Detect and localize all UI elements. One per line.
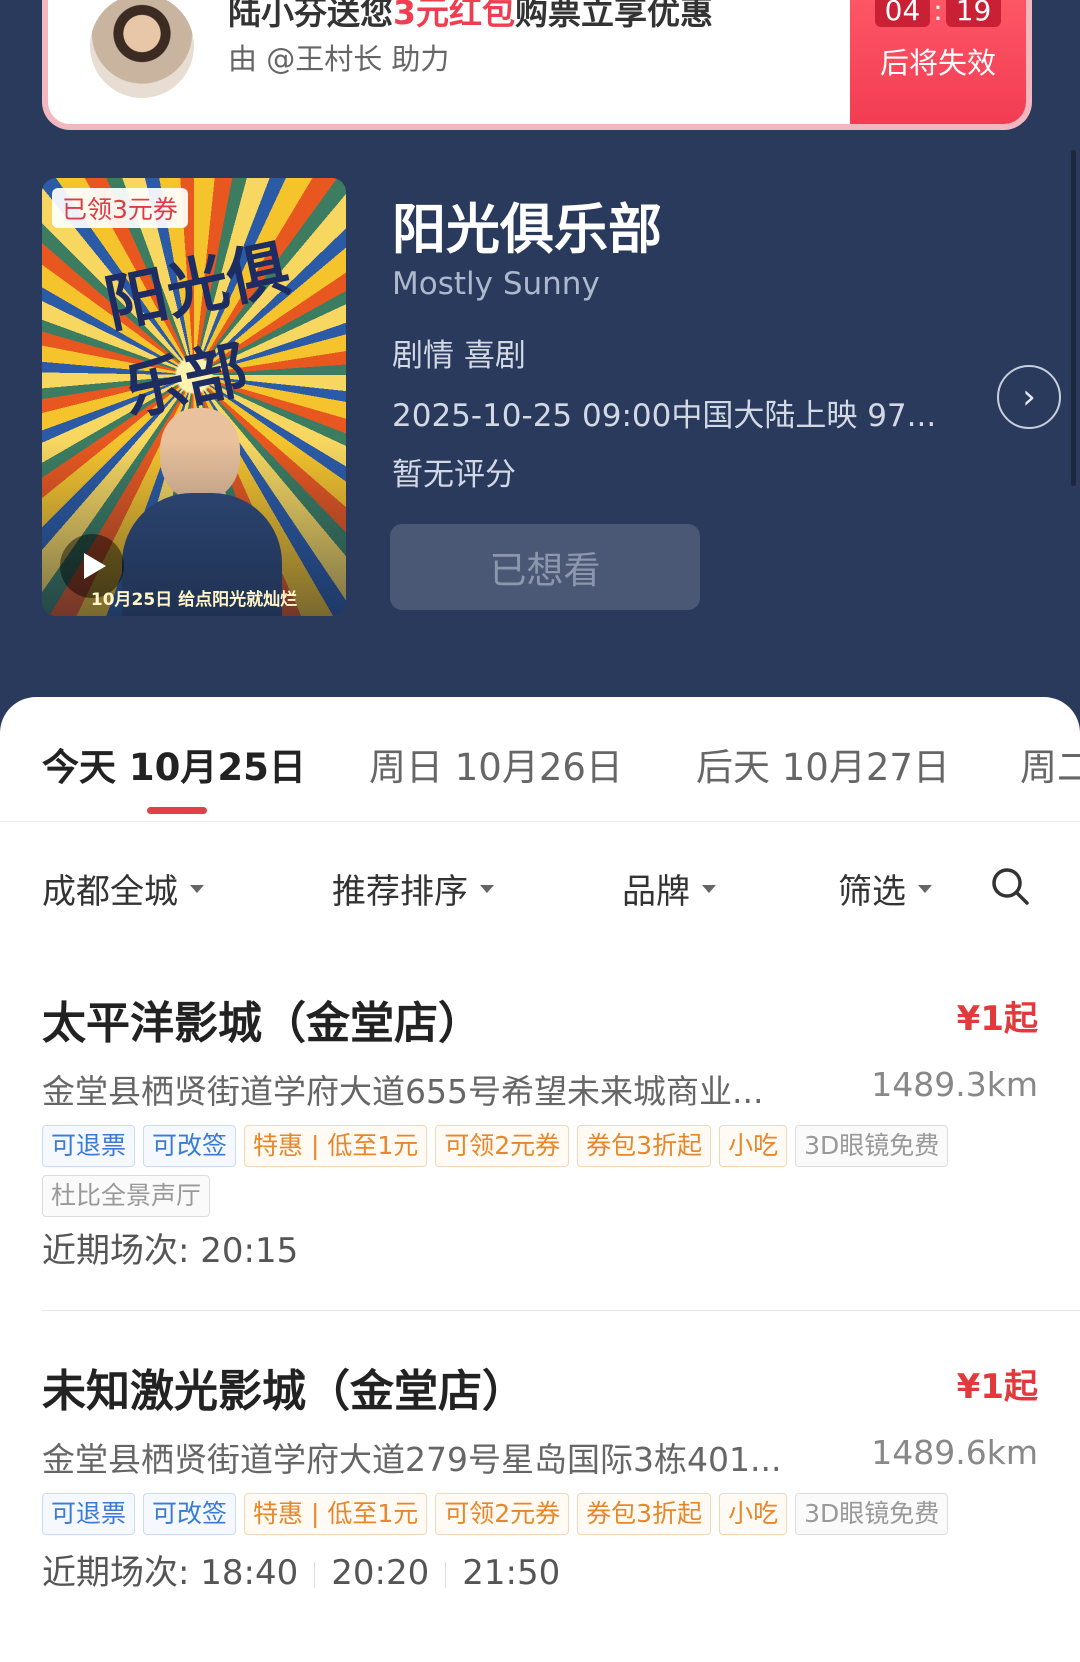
filter-city-label: 成都全城 — [42, 872, 178, 912]
showtime: 20:15 — [200, 1231, 299, 1271]
filter-city[interactable]: 成都全城 — [42, 864, 204, 913]
scrollbar[interactable] — [1071, 150, 1076, 486]
caret-down-icon — [190, 884, 204, 893]
countdown-digits: 04:19 — [850, 0, 1026, 27]
showtimes-label: 近期场次: — [42, 1553, 201, 1593]
cinema-name: 未知激光影城（金堂店） — [42, 1366, 526, 1417]
date-tab-sunday[interactable]: 周日 10月26日 — [369, 737, 623, 791]
tag-coupon: 可领2元券 — [435, 1493, 570, 1535]
showtime[interactable]: 20:20 — [331, 1553, 429, 1593]
cinema-price: ¥1起 — [956, 999, 1038, 1039]
movie-title: 阳光俱乐部 — [392, 198, 662, 261]
filter-sort[interactable]: 推荐排序 — [332, 864, 494, 913]
banner-title: 陆小芬送您3元红包购票立享优惠 — [228, 0, 713, 34]
cinema-distance: 1489.6km — [871, 1433, 1038, 1472]
movie-title-en: Mostly Sunny — [392, 266, 600, 302]
showtimes-label: 近期场次: — [42, 1231, 201, 1271]
helper-avatar — [90, 0, 194, 98]
poster-calligraphy: 阳光俱乐部 — [98, 231, 296, 430]
search-icon[interactable] — [990, 866, 1030, 906]
tag-snacks: 小吃 — [719, 1125, 788, 1167]
coupon-claimed-badge: 已领3元券 — [52, 188, 188, 228]
caret-down-icon — [918, 884, 932, 893]
tag-refundable: 可退票 — [42, 1125, 136, 1167]
tag-3d-glasses: 3D眼镜免费 — [795, 1493, 949, 1535]
filter-bar: 成都全城 推荐排序 品牌 筛选 — [0, 852, 1080, 924]
cinema-list-sheet: 今天 10月25日 周日 10月26日 后天 10月27日 周二 成都全城 推荐… — [0, 697, 1080, 1662]
countdown-minutes: 04 — [874, 0, 931, 27]
showtime[interactable]: 21:50 — [462, 1553, 560, 1593]
cinema-name: 太平洋影城（金堂店） — [42, 998, 482, 1049]
tag-snacks: 小吃 — [719, 1493, 788, 1535]
cinema-tags: 可退票 可改签 特惠 | 低至1元 可领2元券 券包3折起 小吃 3D眼镜免费 — [42, 1493, 1012, 1543]
chevron-right-icon[interactable]: › — [997, 365, 1061, 429]
tag-reschedulable: 可改签 — [143, 1493, 237, 1535]
cinema-item[interactable]: 未知激光影城（金堂店） ¥1起 金堂县栖贤街道学府大道279号星岛国际3栋401… — [42, 1355, 1080, 1662]
tag-special-offer: 特惠 | 低至1元 — [244, 1493, 428, 1535]
caret-down-icon — [480, 884, 494, 893]
banner-title-highlight: 3元红包 — [393, 0, 515, 32]
filter-brand[interactable]: 品牌 — [622, 864, 716, 913]
tag-reschedulable: 可改签 — [143, 1125, 237, 1167]
date-tabs: 今天 10月25日 周日 10月26日 后天 10月27日 周二 — [0, 697, 1080, 822]
tag-coupon: 可领2元券 — [435, 1125, 570, 1167]
movie-release-info: 2025-10-25 09:00中国大陆上映 97... — [392, 398, 937, 434]
poster-release-text: 10月25日 给点阳光就灿烂 — [90, 590, 298, 610]
cinema-address: 金堂县栖贤街道学府大道655号希望未来城商业... — [42, 1072, 764, 1111]
tag-3d-glasses: 3D眼镜免费 — [795, 1125, 949, 1167]
countdown-timer: 04:19 后将失效 — [850, 0, 1026, 124]
date-tab-today[interactable]: 今天 10月25日 — [42, 737, 306, 791]
cinema-showtimes: 近期场次: 18:40 20:20 21:50 — [42, 1545, 560, 1594]
banner-subtitle: 由 @王村长 助力 — [228, 42, 450, 76]
tag-refundable: 可退票 — [42, 1493, 136, 1535]
filter-more[interactable]: 筛选 — [838, 864, 932, 913]
tag-coupon-pack: 券包3折起 — [577, 1125, 712, 1167]
cinema-showtimes: 近期场次: 20:15 — [42, 1223, 298, 1272]
filter-sort-label: 推荐排序 — [332, 872, 468, 912]
cinema-distance: 1489.3km — [871, 1065, 1038, 1104]
movie-rating: 暂无评分 — [392, 457, 516, 493]
movie-poster[interactable]: 阳光俱乐部 已领3元券 10月25日 给点阳光就灿烂 — [42, 178, 346, 616]
red-envelope-banner[interactable]: 陆小芬送您3元红包购票立享优惠 由 @王村长 助力 04:19 后将失效 — [42, 0, 1032, 130]
tag-dolby-atmos: 杜比全景声厅 — [42, 1175, 211, 1217]
countdown-seconds: 19 — [945, 0, 1002, 27]
caret-down-icon — [702, 884, 716, 893]
want-to-see-button[interactable]: 已想看 — [390, 524, 700, 610]
tag-coupon-pack: 券包3折起 — [577, 1493, 712, 1535]
countdown-label: 后将失效 — [879, 46, 996, 80]
cinema-item[interactable]: 太平洋影城（金堂店） ¥1起 金堂县栖贤街道学府大道655号希望未来城商业...… — [42, 987, 1080, 1311]
filter-more-label: 筛选 — [838, 872, 906, 912]
active-tab-indicator — [147, 807, 207, 814]
cinema-address: 金堂县栖贤街道学府大道279号星岛国际3栋401... — [42, 1440, 782, 1479]
cinema-price: ¥1起 — [956, 1367, 1038, 1407]
cinema-tags: 可退票 可改签 特惠 | 低至1元 可领2元券 券包3折起 小吃 3D眼镜免费 … — [42, 1125, 1012, 1225]
movie-genre: 剧情 喜剧 — [392, 338, 526, 374]
filter-brand-label: 品牌 — [622, 872, 690, 912]
date-tab-tuesday[interactable]: 周二 — [1020, 737, 1080, 791]
showtime[interactable]: 18:40 — [200, 1553, 298, 1593]
date-tab-day-after[interactable]: 后天 10月27日 — [696, 737, 950, 791]
tag-special-offer: 特惠 | 低至1元 — [244, 1125, 428, 1167]
